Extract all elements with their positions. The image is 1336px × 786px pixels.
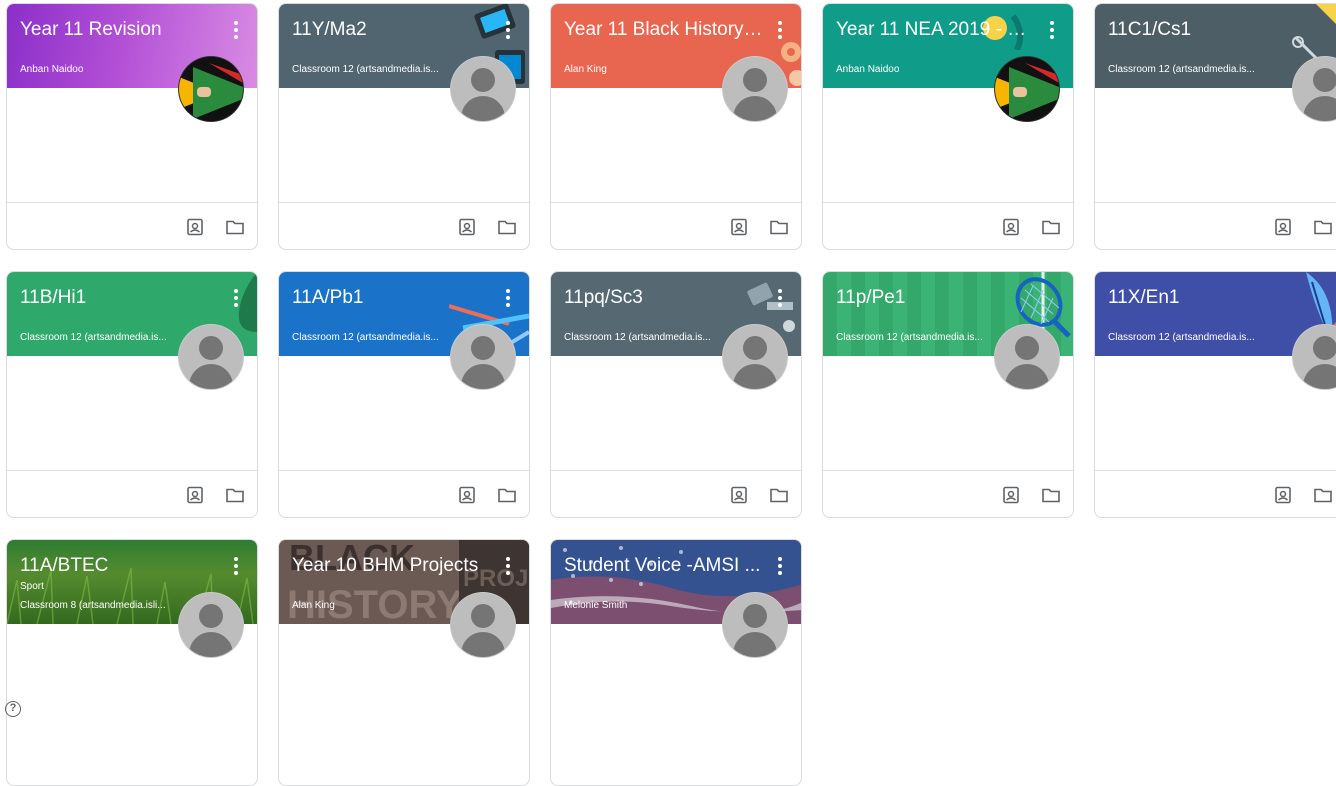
- more-vert-icon[interactable]: [773, 20, 787, 40]
- class-card[interactable]: 11A/Pb1 Classroom 12 (artsandmedia.is...: [278, 271, 530, 518]
- class-owner: Classroom 12 (artsandmedia.is...: [292, 64, 439, 75]
- class-owner: Melonie Smith: [564, 600, 628, 611]
- class-title[interactable]: 11pq/Sc3: [564, 286, 764, 310]
- folder-icon[interactable]: [497, 486, 517, 504]
- class-owner: Classroom 8 (artsandmedia.isli...: [20, 600, 166, 611]
- more-vert-icon[interactable]: [229, 20, 243, 40]
- default-avatar-icon: [994, 324, 1060, 390]
- folder-icon[interactable]: [1313, 486, 1333, 504]
- more-vert-icon[interactable]: [773, 556, 787, 576]
- folder-icon[interactable]: [225, 486, 245, 504]
- assignment-portrait-icon[interactable]: [457, 486, 477, 504]
- folder-icon[interactable]: [225, 218, 245, 236]
- flag-avatar-icon: [994, 56, 1060, 122]
- default-avatar-icon: [450, 324, 516, 390]
- class-card[interactable]: BLACK HISTORY PROJ Year 10 BHM Projects …: [278, 539, 530, 786]
- class-title[interactable]: 11A/BTEC: [20, 554, 220, 578]
- card-footer: [1095, 202, 1336, 249]
- help-icon[interactable]: ?: [5, 701, 21, 717]
- assignment-portrait-icon[interactable]: [1273, 486, 1293, 504]
- class-title[interactable]: 11X/En1: [1108, 286, 1308, 310]
- class-card[interactable]: Student Voice -AMSI ... Melonie Smith: [550, 539, 802, 786]
- class-title[interactable]: 11Y/Ma2: [292, 18, 492, 42]
- class-card[interactable]: 11Y/Ma2 Classroom 12 (artsandmedia.is...: [278, 3, 530, 250]
- more-vert-icon[interactable]: [1045, 20, 1059, 40]
- card-footer: [823, 202, 1073, 249]
- default-avatar-icon: [450, 56, 516, 122]
- class-section: Sport: [20, 581, 44, 592]
- card-footer: [823, 470, 1073, 517]
- folder-icon[interactable]: [769, 486, 789, 504]
- card-footer: [551, 202, 801, 249]
- default-avatar-icon: [722, 592, 788, 658]
- default-avatar-icon: [178, 592, 244, 658]
- class-card[interactable]: Year 11 Black History ... Alan King: [550, 3, 802, 250]
- card-footer: [279, 202, 529, 249]
- class-owner: Classroom 12 (artsandmedia.is...: [1108, 64, 1255, 75]
- card-footer: [7, 470, 257, 517]
- class-card-grid: Year 11 Revision Anban Naidoo 11Y/Ma2 Cl…: [6, 3, 1336, 786]
- class-owner: Anban Naidoo: [20, 64, 84, 75]
- default-avatar-icon: [450, 592, 516, 658]
- class-title[interactable]: 11C1/Cs1: [1108, 18, 1308, 42]
- class-card[interactable]: 11B/Hi1 Classroom 12 (artsandmedia.is...: [6, 271, 258, 518]
- default-avatar-icon: [178, 324, 244, 390]
- class-title[interactable]: Student Voice -AMSI ...: [564, 554, 764, 578]
- class-card[interactable]: 11pq/Sc3 Classroom 12 (artsandmedia.is..…: [550, 271, 802, 518]
- class-card[interactable]: Year 11 Revision Anban Naidoo: [6, 3, 258, 250]
- more-vert-icon[interactable]: [229, 556, 243, 576]
- assignment-portrait-icon[interactable]: [729, 486, 749, 504]
- class-title[interactable]: Year 11 NEA 2019 - 20...: [836, 18, 1036, 42]
- assignment-portrait-icon[interactable]: [185, 486, 205, 504]
- card-footer: [1095, 470, 1336, 517]
- more-vert-icon[interactable]: [501, 556, 515, 576]
- card-footer: [279, 470, 529, 517]
- assignment-portrait-icon[interactable]: [457, 218, 477, 236]
- class-title[interactable]: Year 11 Black History ...: [564, 18, 764, 42]
- class-card[interactable]: 11A/BTEC Sport Classroom 8 (artsandmedia…: [6, 539, 258, 786]
- folder-icon[interactable]: [1041, 486, 1061, 504]
- class-title[interactable]: 11p/Pe1: [836, 286, 1036, 310]
- assignment-portrait-icon[interactable]: [185, 218, 205, 236]
- class-title[interactable]: Year 11 Revision: [20, 18, 220, 42]
- folder-icon[interactable]: [497, 218, 517, 236]
- class-title[interactable]: 11B/Hi1: [20, 286, 220, 310]
- class-title[interactable]: 11A/Pb1: [292, 286, 492, 310]
- more-vert-icon[interactable]: [229, 288, 243, 308]
- class-owner: Alan King: [564, 64, 607, 75]
- class-card[interactable]: 11p/Pe1 Classroom 12 (artsandmedia.is...: [822, 271, 1074, 518]
- card-footer: [7, 202, 257, 249]
- default-avatar-icon: [722, 324, 788, 390]
- class-owner: Classroom 12 (artsandmedia.is...: [292, 332, 439, 343]
- default-avatar-icon: [722, 56, 788, 122]
- class-owner: Anban Naidoo: [836, 64, 900, 75]
- assignment-portrait-icon[interactable]: [729, 218, 749, 236]
- assignment-portrait-icon[interactable]: [1001, 218, 1021, 236]
- class-title[interactable]: Year 10 BHM Projects: [292, 554, 492, 578]
- class-card[interactable]: 11X/En1 Classroom 12 (artsandmedia.is...: [1094, 271, 1336, 518]
- assignment-portrait-icon[interactable]: [1001, 486, 1021, 504]
- flag-avatar-icon: [178, 56, 244, 122]
- more-vert-icon[interactable]: [501, 288, 515, 308]
- assignment-portrait-icon[interactable]: [1273, 218, 1293, 236]
- class-card[interactable]: Year 11 NEA 2019 - 20... Anban Naidoo: [822, 3, 1074, 250]
- class-owner: Classroom 12 (artsandmedia.is...: [836, 332, 983, 343]
- folder-icon[interactable]: [769, 218, 789, 236]
- card-footer: [551, 470, 801, 517]
- class-owner: Classroom 12 (artsandmedia.is...: [564, 332, 711, 343]
- more-vert-icon[interactable]: [773, 288, 787, 308]
- class-owner: Classroom 12 (artsandmedia.is...: [20, 332, 167, 343]
- folder-icon[interactable]: [1041, 218, 1061, 236]
- more-vert-icon[interactable]: [501, 20, 515, 40]
- folder-icon[interactable]: [1313, 218, 1333, 236]
- class-owner: Alan King: [292, 600, 335, 611]
- class-card[interactable]: 11C1/Cs1 Classroom 12 (artsandmedia.is..…: [1094, 3, 1336, 250]
- class-owner: Classroom 12 (artsandmedia.is...: [1108, 332, 1255, 343]
